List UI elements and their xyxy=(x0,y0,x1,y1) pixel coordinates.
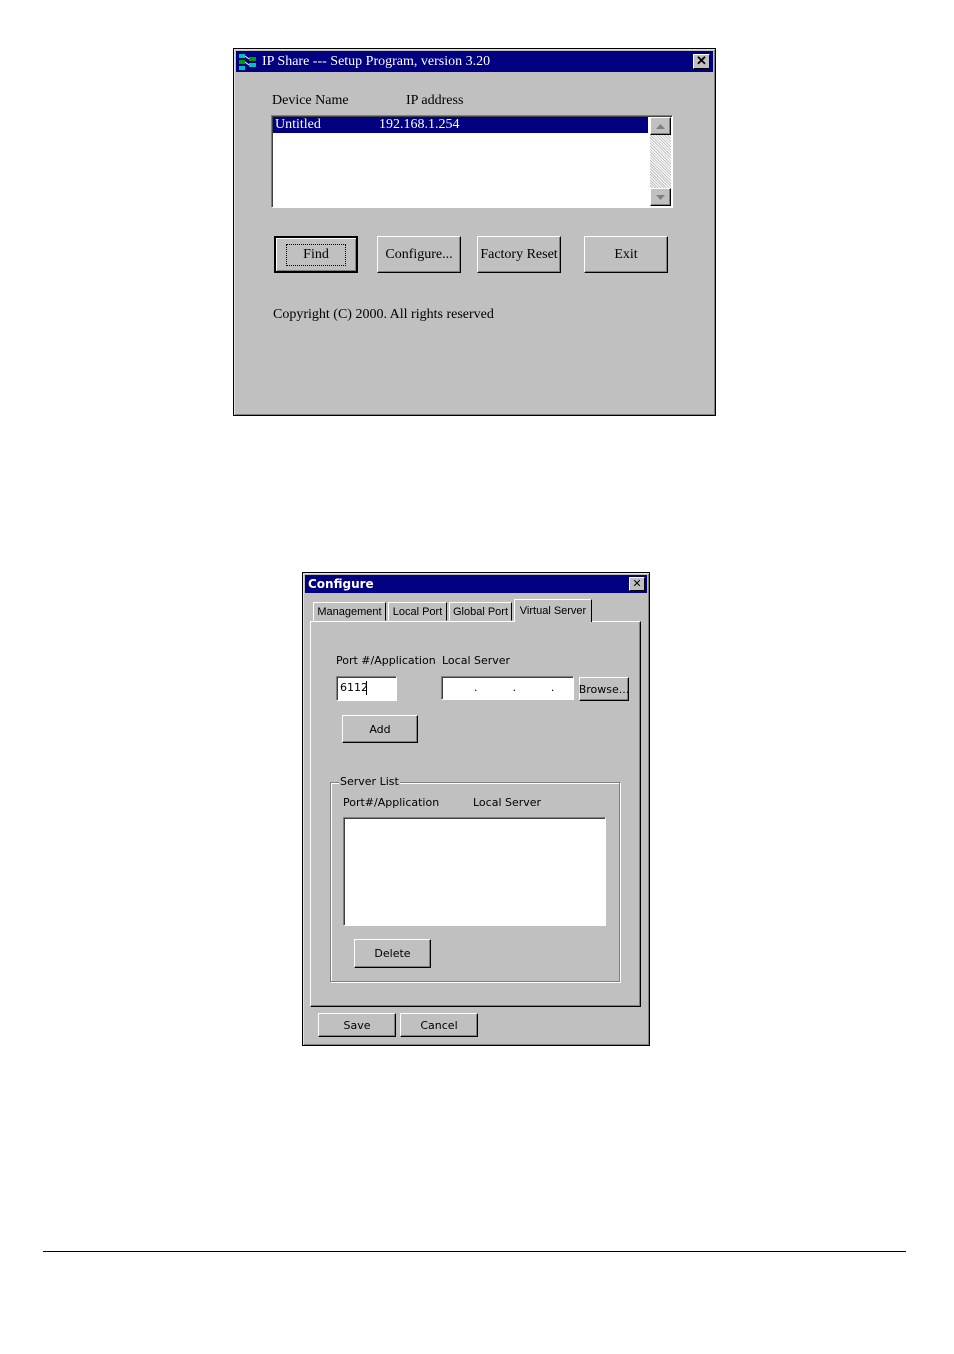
text-cursor xyxy=(366,681,367,695)
device-row[interactable]: Untitled 192.168.1.254 xyxy=(273,117,648,133)
save-button[interactable]: Save xyxy=(318,1013,396,1037)
port-input[interactable]: 6112 xyxy=(336,676,397,701)
device-name-header: Device Name xyxy=(272,93,349,108)
tab-global-port[interactable]: Global Port xyxy=(449,602,512,621)
server-list-port-header: Port#/Application xyxy=(343,796,440,809)
device-ip-cell: 192.168.1.254 xyxy=(379,117,460,132)
exit-button[interactable]: Exit xyxy=(584,236,668,273)
server-list-box[interactable] xyxy=(343,817,606,926)
virtual-server-panel: Port #/Application Local Server 6112 . .… xyxy=(310,621,641,1007)
network-app-icon xyxy=(238,53,258,71)
setup-titlebar: IP Share --- Setup Program, version 3.20… xyxy=(236,51,713,72)
server-list-server-header: Local Server xyxy=(473,796,542,809)
server-list-legend: Server List xyxy=(339,775,400,788)
server-list-groupbox: Server List Port#/Application Local Serv… xyxy=(330,775,620,982)
copyright-text: Copyright (C) 2000. All rights reserved xyxy=(273,307,494,322)
port-input-value: 6112 xyxy=(340,681,368,694)
find-label: Find xyxy=(286,243,346,266)
tab-local-port[interactable]: Local Port xyxy=(388,602,447,621)
tab-management[interactable]: Management xyxy=(313,602,386,621)
setup-title: IP Share --- Setup Program, version 3.20 xyxy=(262,53,491,69)
delete-button[interactable]: Delete xyxy=(354,939,431,968)
factory-reset-button[interactable]: Factory Reset xyxy=(477,236,561,273)
device-list[interactable]: Untitled 192.168.1.254 xyxy=(271,115,673,208)
setup-window: IP Share --- Setup Program, version 3.20… xyxy=(233,48,716,416)
cancel-button[interactable]: Cancel xyxy=(400,1013,478,1037)
device-name-cell: Untitled xyxy=(275,117,321,132)
browse-button[interactable]: Browse... xyxy=(579,677,629,701)
tab-virtual-server[interactable]: Virtual Server xyxy=(514,599,592,622)
configure-button[interactable]: Configure... xyxy=(377,236,461,273)
local-server-label: Local Server xyxy=(442,654,511,667)
local-server-ip-input[interactable]: . . . xyxy=(441,676,574,700)
add-button[interactable]: Add xyxy=(342,715,418,743)
scroll-down-icon[interactable] xyxy=(650,188,671,206)
close-icon[interactable]: ✕ xyxy=(693,54,710,69)
scroll-up-icon[interactable] xyxy=(650,117,671,135)
ip-address-header: IP address xyxy=(406,93,464,108)
port-application-label: Port #/Application xyxy=(336,654,436,667)
configure-title: Configure xyxy=(308,577,374,591)
close-icon[interactable]: ✕ xyxy=(629,577,645,591)
footer-divider xyxy=(43,1251,906,1252)
ip-dots: . . . xyxy=(474,681,555,694)
vertical-scrollbar[interactable] xyxy=(650,117,671,206)
find-button[interactable]: Find xyxy=(274,236,358,273)
configure-titlebar: Configure ✕ xyxy=(305,575,647,593)
